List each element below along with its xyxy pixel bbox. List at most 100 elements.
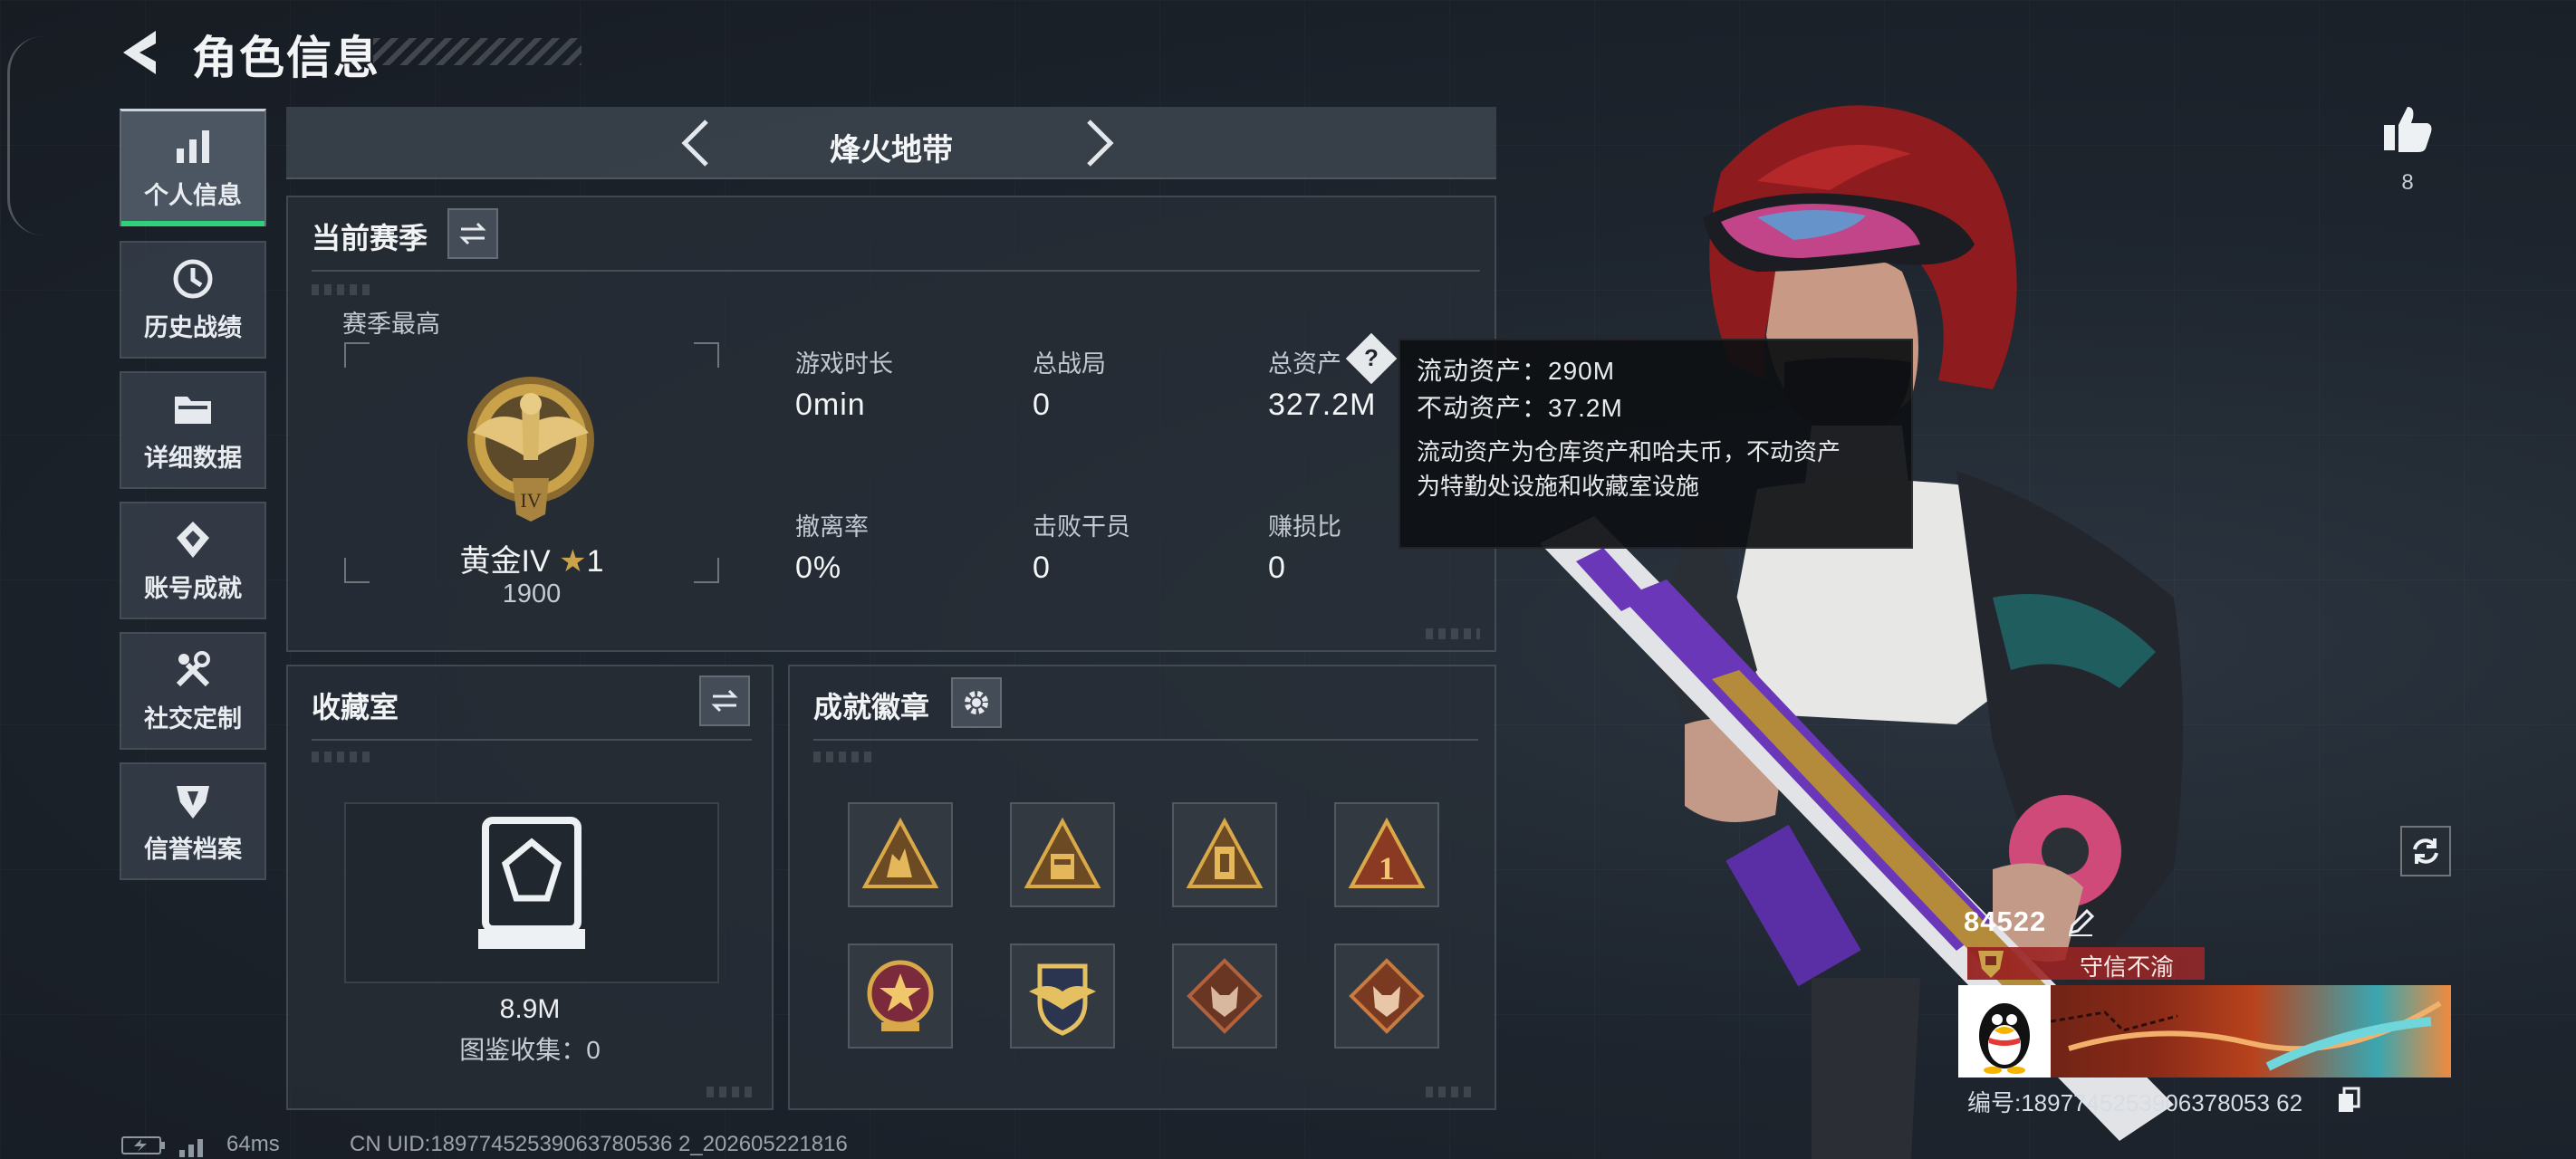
switch-icon	[459, 222, 486, 245]
mode-title: 烽火地带	[830, 133, 953, 168]
number-one-badge-icon: 1	[1348, 817, 1426, 888]
tower-badge-icon	[1186, 817, 1264, 888]
svg-text:IV: IV	[520, 489, 541, 512]
battery-icon	[121, 1136, 165, 1154]
badge-slot[interactable]	[1334, 943, 1439, 1049]
collection-count: 图鉴收集：0	[459, 1036, 601, 1064]
clock-icon	[173, 259, 213, 298]
rank-stars: 1	[586, 544, 604, 579]
decoration	[1426, 1087, 1476, 1097]
decoration	[312, 284, 375, 295]
nav-detail-data[interactable]: 详细数据	[120, 371, 266, 489]
collection-value: 8.9M	[499, 994, 561, 1024]
stat-label: 撤离率	[795, 513, 869, 541]
title-decoration	[373, 38, 582, 65]
season-panel-title: 当前赛季	[312, 222, 428, 254]
honor-emblem-icon	[1978, 951, 2004, 978]
gold-rank-emblem-icon: IV	[467, 377, 594, 522]
nav-personal-info[interactable]: 个人信息	[120, 109, 266, 226]
nav-credit-record[interactable]: 信誉档案	[120, 762, 266, 880]
bar-chart-icon	[177, 130, 209, 163]
folder-icon	[175, 396, 211, 424]
divider	[312, 270, 1480, 272]
divider	[813, 739, 1478, 741]
badge-slot[interactable]	[1010, 943, 1115, 1049]
badge-slot[interactable]: 1	[1334, 802, 1439, 907]
stat-label: 赚损比	[1268, 513, 1341, 541]
achievement-icon	[177, 521, 209, 558]
rotate-view-button[interactable]	[2400, 826, 2451, 876]
background-arc	[7, 36, 43, 235]
copy-icon[interactable]	[2337, 1087, 2360, 1114]
edit-name-icon[interactable]	[2065, 907, 2096, 938]
wolf-gold-badge-icon	[1349, 958, 1425, 1034]
stat-value: 0	[1033, 388, 1051, 422]
qq-penguin-icon	[1979, 1003, 2030, 1074]
decoration	[312, 752, 375, 762]
divider	[312, 739, 752, 741]
back-button[interactable]	[116, 25, 167, 80]
squad-badge-icon	[861, 817, 939, 888]
star-icon: ★	[559, 544, 587, 579]
role-info-screen: { "header": { "title": "角色信息" }, "nav": …	[0, 0, 2576, 1159]
banner-pattern	[2051, 1001, 2442, 1071]
badges-title: 成就徽章	[813, 691, 930, 723]
badge-slot[interactable]	[1172, 802, 1277, 907]
stat-label: 总资产	[1268, 350, 1341, 378]
eagle-shield-badge-icon	[1029, 963, 1096, 1036]
stat-value: 0	[1033, 551, 1051, 585]
mode-selector: 烽火地带	[286, 107, 1496, 179]
next-mode-button[interactable]	[1071, 116, 1125, 170]
tools-icon	[176, 650, 210, 686]
wolf-badge-icon	[1187, 958, 1263, 1034]
badge-slot[interactable]	[1172, 943, 1277, 1049]
help-icon-label: ?	[1364, 344, 1379, 371]
refresh-icon	[2413, 838, 2438, 864]
nav-achievement[interactable]: 账号成就	[120, 502, 266, 619]
stat-value: 327.2M	[1268, 388, 1377, 422]
stat-value: 0%	[795, 551, 842, 585]
stat-label: 总战局	[1033, 350, 1106, 378]
nav-label: 历史战绩	[144, 313, 242, 341]
badge-settings-button[interactable]	[951, 677, 1002, 728]
tooltip-line: 不动资产：37.2M	[1417, 393, 1623, 422]
nav-history[interactable]: 历史战绩	[120, 241, 266, 359]
rank-name: 黄金IV	[459, 544, 551, 579]
nav-social-custom[interactable]: 社交定制	[120, 632, 266, 750]
armor-badge-icon	[1024, 817, 1101, 888]
nav-label: 详细数据	[144, 444, 242, 472]
nav-label: 社交定制	[144, 704, 242, 733]
stat-label: 游戏时长	[795, 350, 893, 378]
page-title: 角色信息	[192, 33, 380, 83]
badge-slot[interactable]	[1010, 802, 1115, 907]
profile-uid: 编号:1897745253906378053 62	[1967, 1089, 2303, 1116]
signal-icon	[179, 1139, 203, 1157]
credit-icon	[177, 785, 209, 819]
player-id: 84522	[1964, 905, 2047, 937]
ping-readout: 64ms	[226, 1132, 280, 1156]
nav-label: 个人信息	[144, 182, 242, 209]
stat-value: 0min	[795, 388, 866, 422]
season-best-label: 赛季最高	[342, 311, 440, 338]
svg-text:1: 1	[1379, 850, 1395, 886]
collection-switch-button[interactable]	[699, 675, 750, 726]
thumbs-up-icon[interactable]	[2380, 101, 2435, 156]
display-case-icon	[478, 817, 585, 949]
decoration	[1426, 628, 1480, 639]
decoration	[706, 1087, 757, 1097]
stat-value: 0	[1268, 551, 1286, 585]
switch-icon	[711, 689, 738, 713]
season-switch-button[interactable]	[447, 208, 498, 259]
stat-label: 击败干员	[1033, 513, 1130, 541]
rank-score: 1900	[502, 580, 562, 608]
tooltip-line: 流动资产：290M	[1417, 357, 1616, 385]
badge-slot[interactable]	[848, 802, 953, 907]
decoration	[813, 752, 877, 762]
star-shield-badge-icon	[867, 960, 934, 1031]
gear-icon	[965, 691, 988, 714]
badge-slot[interactable]	[848, 943, 953, 1049]
honor-text: 守信不渝	[2080, 953, 2175, 981]
tooltip-line: 流动资产为仓库资产和哈夫币，不动资产	[1417, 438, 1841, 466]
nav-label: 账号成就	[144, 574, 242, 602]
nav-label: 信誉档案	[144, 835, 242, 863]
